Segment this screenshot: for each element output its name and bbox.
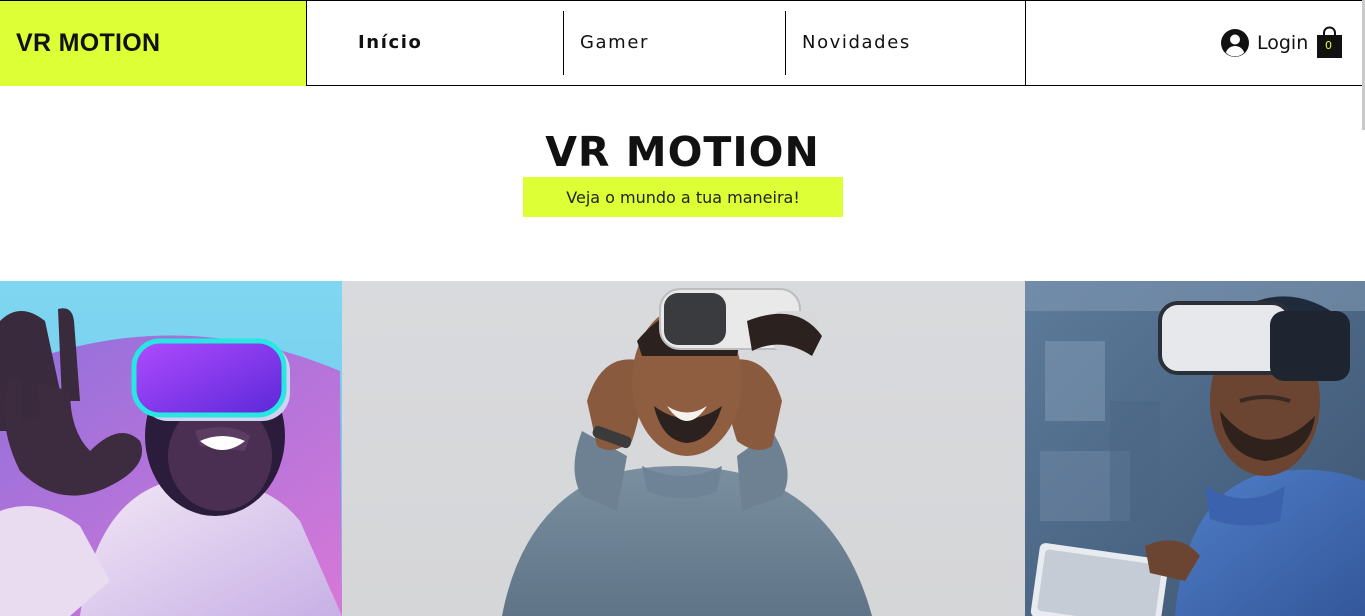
page-title: VR MOTION xyxy=(545,128,820,176)
site-header: VR MOTION Início Gamer Novidades Login 0 xyxy=(0,0,1365,86)
hero-image-center xyxy=(342,281,1025,616)
cart-button[interactable]: 0 xyxy=(1316,26,1343,59)
cart-count: 0 xyxy=(1325,39,1332,52)
nav-divider xyxy=(785,11,786,75)
nav-item-novidades[interactable]: Novidades xyxy=(802,32,911,53)
nav-divider xyxy=(1025,0,1026,86)
user-circle-icon xyxy=(1221,29,1249,57)
logo-box[interactable]: VR MOTION xyxy=(0,0,307,86)
nav-item-gamer[interactable]: Gamer xyxy=(580,32,649,53)
logo[interactable]: VR MOTION xyxy=(16,29,160,58)
nav-divider xyxy=(563,11,564,75)
tagline-banner: Veja o mundo a tua maneira! xyxy=(523,177,843,217)
header-top-border xyxy=(307,0,1365,1)
hero-image-left xyxy=(0,281,342,616)
nav-item-inicio[interactable]: Início xyxy=(358,32,423,53)
hero-image-right xyxy=(1025,281,1365,616)
tagline-text: Veja o mundo a tua maneira! xyxy=(566,187,800,207)
login-button[interactable]: Login xyxy=(1220,27,1308,59)
login-label: Login xyxy=(1257,32,1309,54)
